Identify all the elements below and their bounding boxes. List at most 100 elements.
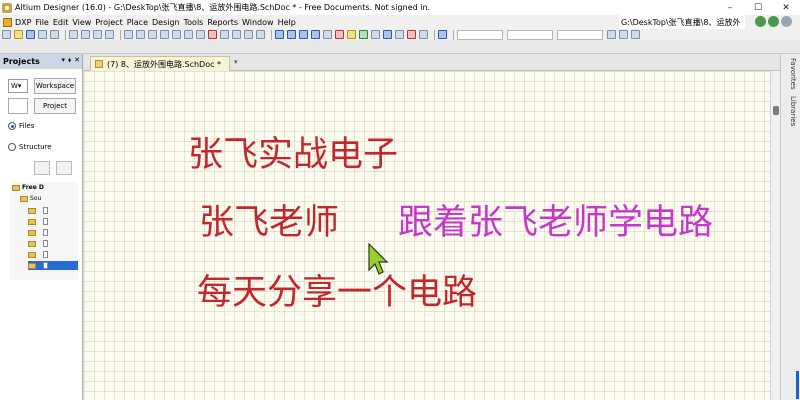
forward-icon[interactable]: [768, 16, 779, 27]
port-icon[interactable]: [395, 30, 404, 39]
menu-reports[interactable]: Reports: [205, 18, 240, 27]
menu-place[interactable]: Place: [125, 18, 150, 27]
schematic-text-daily[interactable]: 每天分享一个电路: [197, 264, 477, 315]
bus-icon[interactable]: [287, 30, 296, 39]
undo-icon[interactable]: [220, 30, 229, 39]
layout-icon[interactable]: [619, 30, 628, 39]
parameter-icon[interactable]: [419, 30, 428, 39]
right-panel-strip: Favorites Libraries: [780, 54, 800, 400]
tree-item[interactable]: [28, 239, 48, 248]
part-icon[interactable]: [347, 30, 356, 39]
document-tab[interactable]: (7) 8、运放外围电路.SchDoc *: [90, 56, 231, 71]
new-icon[interactable]: [2, 30, 11, 39]
schematic-text-teacher[interactable]: 张飞老师: [199, 194, 339, 245]
menu-design[interactable]: Design: [150, 18, 182, 27]
filter-combo[interactable]: [457, 29, 503, 40]
maximize-button[interactable]: ☐: [744, 0, 772, 15]
scrollbar-thumb[interactable]: [773, 106, 779, 115]
open-icon[interactable]: [14, 30, 23, 39]
sheet-entry-icon[interactable]: [371, 30, 380, 39]
device-sheet-icon[interactable]: [383, 30, 392, 39]
cut-icon[interactable]: [124, 30, 133, 39]
project-button[interactable]: Project: [34, 98, 76, 114]
hierarchy-icon[interactable]: [244, 30, 253, 39]
save-icon[interactable]: [26, 30, 35, 39]
move-icon[interactable]: [184, 30, 193, 39]
open-document-icon[interactable]: [56, 161, 72, 175]
vcc-icon[interactable]: [335, 30, 344, 39]
structure-radio-row[interactable]: Structure: [8, 143, 52, 151]
print-icon[interactable]: [38, 30, 47, 39]
minimize-button[interactable]: –: [716, 0, 744, 15]
paste-icon[interactable]: [148, 30, 157, 39]
redo-icon[interactable]: [232, 30, 241, 39]
document-tab-bar: (7) 8、运放外围电路.SchDoc * ▾: [84, 54, 780, 71]
panel-menu-icon[interactable]: ▾: [61, 56, 65, 65]
zoom-fit-icon[interactable]: [69, 30, 78, 39]
tab-menu-icon[interactable]: ▾: [234, 58, 238, 66]
menu-tools[interactable]: Tools: [182, 18, 206, 27]
favorites-tab[interactable]: Favorites: [789, 58, 797, 90]
rubber-stamp-icon[interactable]: [160, 30, 169, 39]
home-icon[interactable]: [781, 16, 792, 27]
tree-item[interactable]: [28, 206, 48, 215]
tree-item[interactable]: [28, 217, 48, 226]
bus-entry-icon[interactable]: [299, 30, 308, 39]
menu-edit[interactable]: Edit: [51, 18, 71, 27]
help-arrow-icon[interactable]: [631, 30, 640, 39]
tree-root[interactable]: Free D: [12, 183, 44, 192]
tree-source-folder[interactable]: Sou: [20, 194, 41, 203]
close-panel-icon[interactable]: ✕: [74, 56, 80, 65]
tree-item-selected[interactable]: [28, 261, 78, 270]
clear-filter-icon[interactable]: [208, 30, 217, 39]
folder-icon: [20, 195, 28, 202]
filter-combo[interactable]: [557, 29, 603, 40]
libraries-tab[interactable]: Libraries: [789, 96, 797, 126]
menu-file[interactable]: File: [33, 18, 50, 27]
files-radio[interactable]: [8, 122, 16, 130]
net-label-icon[interactable]: [311, 30, 320, 39]
workspace-button[interactable]: Workspace: [34, 78, 76, 94]
workspace-select[interactable]: W▾: [8, 79, 28, 93]
menu-dxp[interactable]: DXP: [13, 18, 33, 27]
back-icon[interactable]: [755, 16, 766, 27]
view-options-icon[interactable]: [607, 30, 616, 39]
deselect-icon[interactable]: [196, 30, 205, 39]
copy-icon[interactable]: [136, 30, 145, 39]
menu-view[interactable]: View: [70, 18, 93, 27]
schematic-canvas[interactable]: 张飞实战电子 张飞老师 跟着张飞老师学电路 每天分享一个电路: [84, 71, 770, 400]
close-button[interactable]: ✕: [772, 0, 800, 15]
select-icon[interactable]: [172, 30, 181, 39]
vertical-scrollbar[interactable]: [770, 71, 780, 400]
zoom-area-icon[interactable]: [81, 30, 90, 39]
files-radio-row[interactable]: Files: [8, 122, 34, 130]
cross-probe-icon[interactable]: [256, 30, 265, 39]
print-preview-icon[interactable]: [50, 30, 59, 39]
schematic-text-slogan[interactable]: 跟着张飞老师学电路: [398, 194, 713, 245]
menu-project[interactable]: Project: [93, 18, 124, 27]
refresh-icon[interactable]: [34, 161, 50, 175]
title-bar: Altium Designer (16.0) - G:\DeskTop\张飞直播…: [0, 0, 800, 15]
no-erc-icon[interactable]: [407, 30, 416, 39]
drawing-tools-icon[interactable]: [438, 30, 447, 39]
path-field[interactable]: G:\DeskTop\张飞直播\8、运放外: [619, 15, 745, 29]
file-icon: [43, 229, 48, 236]
schematic-text-brand[interactable]: 张飞实战电子: [188, 126, 398, 177]
schdoc-icon: [28, 207, 36, 214]
filter-combo[interactable]: [507, 29, 553, 40]
tree-item[interactable]: [28, 228, 48, 237]
structure-radio[interactable]: [8, 143, 16, 151]
gnd-icon[interactable]: [323, 30, 332, 39]
sheet-symbol-icon[interactable]: [359, 30, 368, 39]
toolbar-divider: [434, 29, 435, 40]
panel-accent-bar: [796, 371, 799, 399]
wire-icon[interactable]: [275, 30, 284, 39]
panel-header-icons: ▾ ⬧ ✕: [61, 56, 80, 65]
menu-window[interactable]: Window: [240, 18, 276, 27]
menu-help[interactable]: Help: [276, 18, 298, 27]
project-select[interactable]: [8, 98, 28, 114]
tree-item[interactable]: [28, 250, 48, 259]
pin-icon[interactable]: ⬧: [68, 56, 71, 65]
zoom-icon[interactable]: [105, 30, 114, 39]
zoom-selected-icon[interactable]: [93, 30, 102, 39]
